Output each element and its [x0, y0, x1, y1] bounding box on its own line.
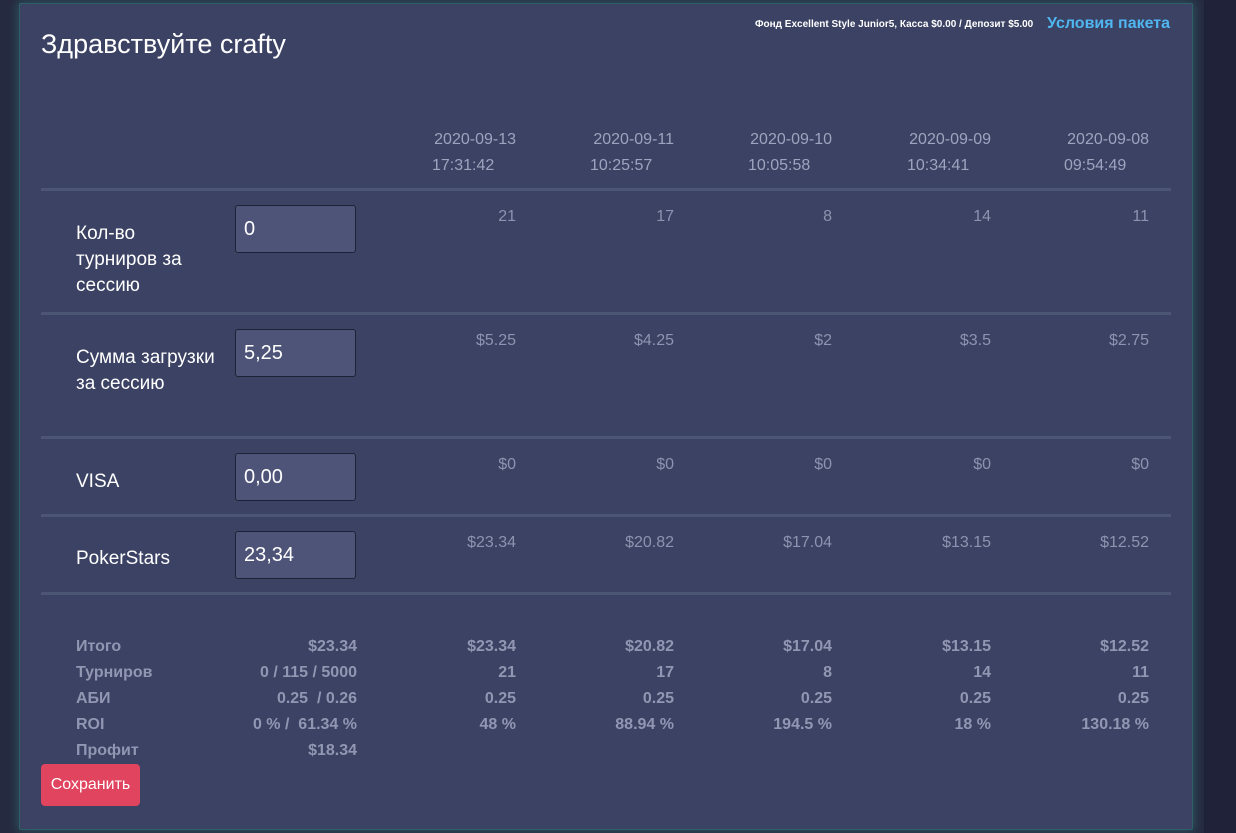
summary-cell: $23.34	[467, 638, 516, 655]
summary-cell: 21	[498, 664, 516, 681]
table-cell: $13.15	[942, 534, 991, 551]
session-time: 10:34:41	[907, 157, 970, 174]
row-label-pokerstars: PokerStars	[76, 548, 170, 569]
session-header: 2020-09-10 10:05:58	[662, 127, 832, 179]
table-cell: $0	[973, 456, 991, 473]
summary-total: $23.34	[308, 638, 357, 655]
sessions-panel: Здравствуйте crafty Фонд Excellent Style…	[19, 3, 1193, 830]
table-cell: 8	[823, 208, 832, 225]
summary-total: 0 / 115 / 5000	[260, 664, 357, 681]
tournaments-count-input[interactable]	[235, 205, 356, 253]
summary-total: $18.34	[308, 742, 357, 759]
summary-total: 0.25 / 0.26	[276, 690, 357, 707]
save-button[interactable]: Сохранить	[41, 764, 140, 806]
summary-cell: 0.25	[959, 690, 991, 707]
summary-cell: 88.94 %	[615, 716, 674, 733]
table-cell: $23.34	[467, 534, 516, 551]
summary-cell: 17	[656, 664, 674, 681]
window-edge-strip	[1204, 0, 1236, 833]
table-cell: 14	[973, 208, 991, 225]
session-time: 10:25:57	[590, 157, 653, 174]
summary-cell: $17.04	[783, 638, 832, 655]
summary-cell: $13.15	[942, 638, 991, 655]
summary-cell: $12.52	[1100, 638, 1149, 655]
package-terms-link[interactable]: Условия пакета	[1047, 15, 1170, 33]
table-cell: 17	[656, 208, 674, 225]
page-title: Здравствуйте crafty	[41, 29, 286, 59]
session-header: 2020-09-13 17:31:42	[346, 127, 516, 179]
table-cell: $4.25	[633, 332, 674, 349]
summary-cell: 8	[823, 664, 832, 681]
table-cell: $5.25	[475, 332, 516, 349]
table-cell: $20.82	[625, 534, 674, 551]
summary-label-abi: АБИ	[76, 690, 111, 707]
summary-label-roi: ROI	[76, 716, 105, 733]
load-amount-input[interactable]	[235, 329, 356, 377]
summary-cell: 130.18 %	[1081, 716, 1149, 733]
summary-cell: 48 %	[479, 716, 516, 733]
summary-total: 0 % / 61.34 %	[252, 716, 357, 733]
summary-cell: 194.5 %	[773, 716, 832, 733]
table-cell: 11	[1132, 208, 1149, 225]
visa-input[interactable]	[235, 453, 356, 501]
table-cell: $3.5	[959, 332, 991, 349]
table-cell: $0	[498, 456, 516, 473]
summary-cell: $20.82	[625, 638, 674, 655]
divider	[41, 436, 1171, 439]
fund-info: Фонд Excellent Style Junior5, Касса $0.0…	[755, 19, 1034, 30]
table-cell: $0	[814, 456, 832, 473]
divider	[41, 312, 1171, 315]
session-header: 2020-09-09 10:34:41	[821, 127, 991, 179]
pokerstars-input[interactable]	[235, 531, 356, 579]
session-date: 2020-09-08	[1067, 131, 1149, 148]
table-cell: $0	[656, 456, 674, 473]
divider	[41, 514, 1171, 517]
table-cell: $2.75	[1108, 332, 1149, 349]
session-time: 17:31:42	[432, 157, 495, 174]
session-time: 10:05:58	[748, 157, 811, 174]
session-date: 2020-09-13	[434, 131, 516, 148]
summary-label-profit: Профит	[76, 742, 139, 759]
summary-cell: 0.25	[1117, 690, 1149, 707]
table-cell: $0	[1131, 456, 1149, 473]
session-date: 2020-09-11	[593, 131, 674, 148]
row-label-load-amount: Сумма загрузки за сессию	[76, 347, 215, 394]
divider	[41, 592, 1171, 595]
session-date: 2020-09-10	[750, 131, 832, 148]
summary-cell: 11	[1132, 664, 1149, 681]
row-label-visa: VISA	[76, 471, 120, 492]
row-label-tournaments: Кол-во турниров за сессию	[76, 223, 182, 296]
session-header: 2020-09-08 09:54:49	[979, 127, 1149, 179]
divider	[41, 188, 1171, 191]
session-date: 2020-09-09	[909, 131, 991, 148]
table-cell: 21	[498, 208, 516, 225]
summary-cell: 18 %	[954, 716, 991, 733]
summary-label-total: Итого	[76, 638, 122, 655]
session-time: 09:54:49	[1064, 157, 1127, 174]
summary-cell: 0.25	[642, 690, 674, 707]
summary-cell: 0.25	[800, 690, 832, 707]
table-cell: $2	[814, 332, 832, 349]
table-cell: $12.52	[1100, 534, 1149, 551]
summary-cell: 14	[973, 664, 991, 681]
summary-label-tournaments: Турниров	[76, 664, 153, 681]
table-cell: $17.04	[783, 534, 832, 551]
summary-cell: 0.25	[484, 690, 516, 707]
session-header: 2020-09-11 10:25:57	[504, 127, 674, 179]
